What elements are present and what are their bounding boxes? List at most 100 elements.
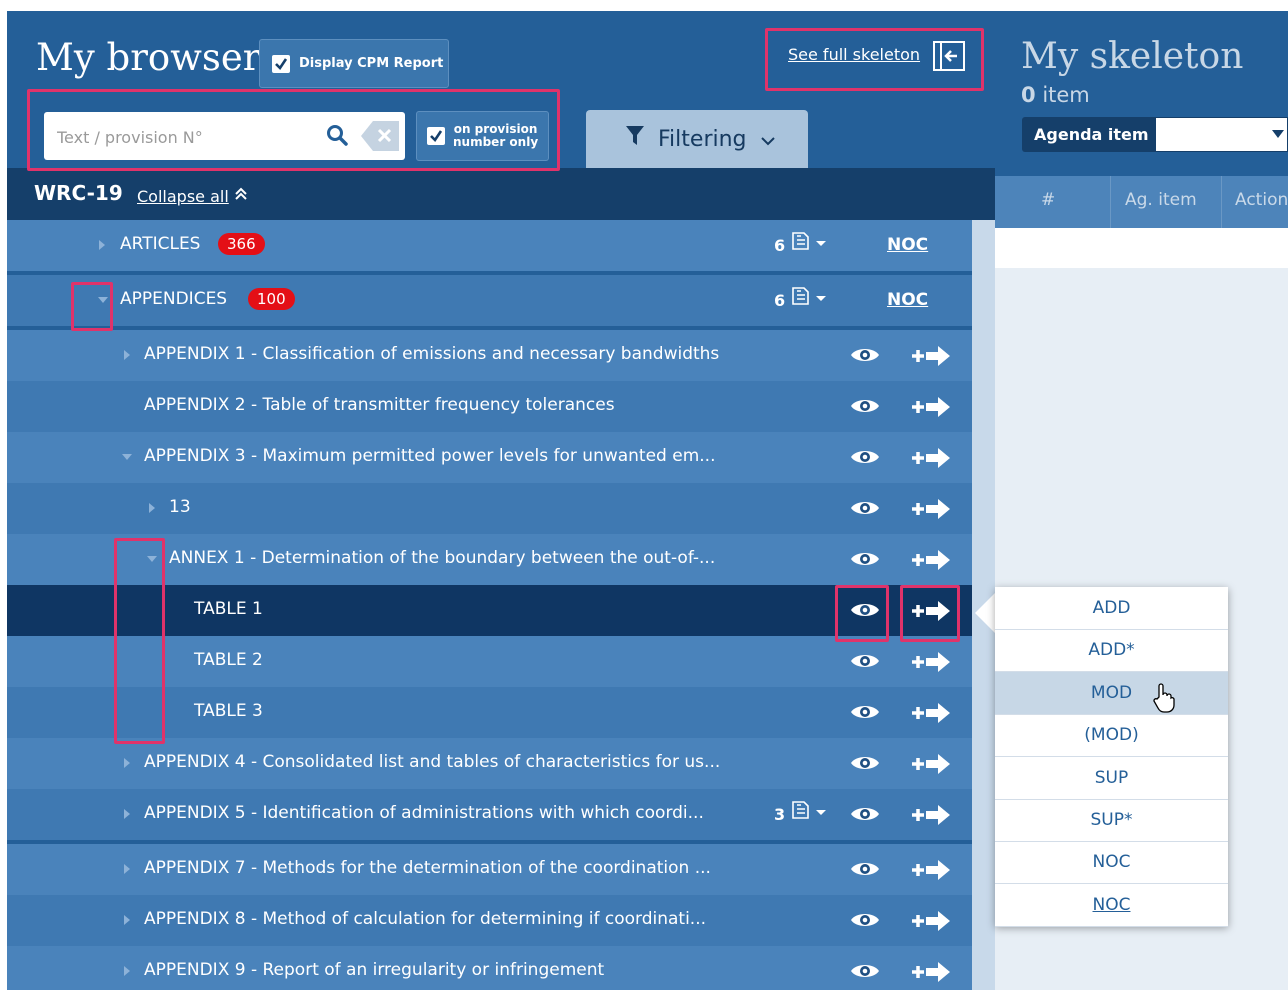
count-badge: 366: [218, 233, 265, 255]
browser-title: My browser: [36, 36, 261, 79]
tree-row[interactable]: APPENDIX 9 - Report of an irregularity o…: [7, 946, 972, 990]
conference-label: WRC-19: [34, 181, 123, 205]
filtering-tab[interactable]: Filtering: [586, 110, 808, 168]
menu-item-add[interactable]: ADD: [995, 587, 1228, 630]
caret-down-icon[interactable]: [122, 454, 132, 460]
count-badge: 100: [248, 288, 295, 310]
view-eye-icon[interactable]: [850, 652, 880, 675]
tree-row-label: TABLE 1: [194, 599, 263, 619]
tree-row[interactable]: APPENDIX 5 - Identification of administr…: [7, 789, 972, 840]
filter-icon: [626, 126, 644, 152]
chevron-down-icon: [760, 127, 775, 152]
view-eye-icon[interactable]: [850, 346, 880, 369]
caret-right-icon[interactable]: [149, 503, 155, 513]
tree-row-label: APPENDIX 9 - Report of an irregularity o…: [144, 960, 605, 980]
tree-row-label: ANNEX 1 - Determination of the boundary …: [169, 548, 716, 568]
highlight-box: [27, 89, 560, 171]
add-to-skeleton-icon[interactable]: [910, 805, 952, 830]
view-eye-icon[interactable]: [850, 499, 880, 522]
tree-row-label: APPENDIX 3 - Maximum permitted power lev…: [144, 446, 716, 466]
tree-row-label: TABLE 3: [194, 701, 263, 721]
highlight-box: [765, 28, 984, 91]
document-count: 3: [774, 805, 786, 824]
skeleton-table-header: # Ag. item Action: [995, 176, 1288, 228]
collapse-all-link[interactable]: Collapse all: [137, 187, 229, 206]
menu-item-mod[interactable]: (MOD): [995, 714, 1228, 758]
view-eye-icon[interactable]: [850, 448, 880, 471]
tree-row-label: ARTICLES: [120, 234, 201, 254]
dropdown-caret-icon: [1272, 130, 1284, 138]
item-count-label: item: [1042, 83, 1090, 107]
filtering-label: Filtering: [658, 126, 747, 152]
add-to-skeleton-icon[interactable]: [910, 860, 952, 885]
add-to-skeleton-icon[interactable]: [910, 550, 952, 575]
caret-right-icon[interactable]: [124, 864, 130, 874]
add-to-skeleton-icon[interactable]: [910, 754, 952, 779]
cpm-label: Display CPM Report: [299, 56, 444, 71]
document-menu-icon[interactable]: [790, 799, 830, 826]
menu-item-sup[interactable]: SUP*: [995, 799, 1228, 842]
tree-row[interactable]: APPENDICES 100 6 NOC: [7, 275, 972, 326]
tree-row-label: APPENDIX 4 - Consolidated list and table…: [144, 752, 721, 772]
caret-right-icon[interactable]: [99, 240, 105, 250]
add-to-skeleton-icon[interactable]: [910, 652, 952, 677]
hand-cursor-icon: [1152, 683, 1176, 717]
caret-right-icon[interactable]: [124, 966, 130, 976]
tree-row[interactable]: APPENDIX 7 - Methods for the determinati…: [7, 844, 972, 895]
document-count: 6: [774, 236, 786, 255]
menu-item-noc[interactable]: NOC: [995, 884, 1228, 927]
double-chevron-up-icon[interactable]: [235, 186, 247, 205]
caret-right-icon[interactable]: [124, 350, 130, 360]
document-menu-icon[interactable]: [790, 230, 830, 257]
menu-item-mod[interactable]: MOD: [995, 671, 1228, 715]
checkbox-checked-icon[interactable]: [272, 54, 290, 73]
highlight-box: [835, 585, 889, 642]
noc-link[interactable]: NOC: [887, 235, 928, 255]
column-agenda-item: Ag. item: [1125, 190, 1197, 210]
caret-right-icon[interactable]: [124, 758, 130, 768]
tree-row-label: APPENDICES: [120, 289, 228, 309]
add-to-skeleton-icon[interactable]: [910, 962, 952, 987]
skeleton-empty-row: [995, 228, 1288, 268]
action-menu: ADD ADD* MOD (MOD) SUP SUP* NOC NOC: [995, 587, 1228, 927]
add-to-skeleton-icon[interactable]: [910, 448, 952, 473]
tree-row-label: APPENDIX 8 - Method of calculation for d…: [144, 909, 707, 929]
view-eye-icon[interactable]: [850, 962, 880, 985]
item-count: 0 item: [1021, 83, 1090, 107]
tree-row[interactable]: APPENDIX 4 - Consolidated list and table…: [7, 738, 972, 789]
menu-item-sup[interactable]: SUP: [995, 757, 1228, 800]
tree-row[interactable]: APPENDIX 1 - Classification of emissions…: [7, 330, 972, 381]
view-eye-icon[interactable]: [850, 397, 880, 420]
add-to-skeleton-icon[interactable]: [910, 911, 952, 936]
agenda-item-select[interactable]: [1155, 117, 1288, 152]
caret-right-icon[interactable]: [124, 915, 130, 925]
caret-right-icon[interactable]: [124, 809, 130, 819]
tree-row[interactable]: ARTICLES 366 6 NOC: [7, 220, 972, 271]
noc-link[interactable]: NOC: [887, 290, 928, 310]
tree-row[interactable]: APPENDIX 3 - Maximum permitted power lev…: [7, 432, 972, 483]
tree-row[interactable]: 13: [7, 483, 972, 534]
add-to-skeleton-icon[interactable]: [910, 499, 952, 524]
view-eye-icon[interactable]: [850, 911, 880, 934]
display-cpm-report-toggle[interactable]: Display CPM Report: [259, 39, 449, 88]
menu-item-add[interactable]: ADD*: [995, 629, 1228, 673]
column-action: Action: [1235, 190, 1288, 210]
document-menu-icon[interactable]: [790, 285, 830, 312]
highlight-box: [114, 538, 165, 744]
view-eye-icon[interactable]: [850, 703, 880, 726]
tree-row-label: APPENDIX 2 - Table of transmitter freque…: [144, 395, 615, 415]
view-eye-icon[interactable]: [850, 860, 880, 883]
column-number: #: [1041, 190, 1056, 210]
add-to-skeleton-icon[interactable]: [910, 346, 952, 371]
view-eye-icon[interactable]: [850, 550, 880, 573]
view-eye-icon[interactable]: [850, 754, 880, 777]
add-to-skeleton-icon[interactable]: [910, 703, 952, 728]
add-to-skeleton-icon[interactable]: [910, 397, 952, 422]
highlight-box: [71, 282, 113, 331]
tree-row[interactable]: APPENDIX 8 - Method of calculation for d…: [7, 895, 972, 946]
item-count-number: 0: [1021, 83, 1036, 107]
menu-item-noc[interactable]: NOC: [995, 841, 1228, 885]
view-eye-icon[interactable]: [850, 805, 880, 828]
menu-pointer: [975, 593, 995, 633]
tree-row[interactable]: APPENDIX 2 - Table of transmitter freque…: [7, 381, 972, 432]
